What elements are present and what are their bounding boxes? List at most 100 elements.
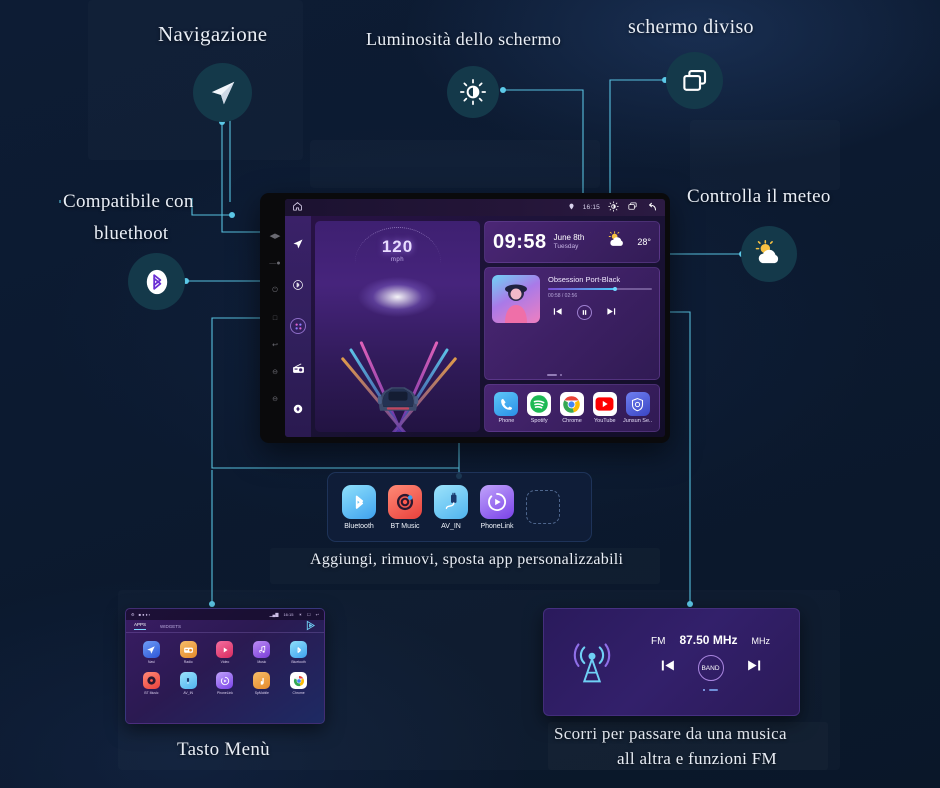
- music-player-card[interactable]: Obsession Port-Black 00:58 / 02:56: [484, 267, 660, 380]
- menu-app-radio[interactable]: Radio: [170, 641, 207, 664]
- custom-app-bluetooth[interactable]: Bluetooth: [342, 484, 376, 530]
- brightness-badge[interactable]: [447, 66, 499, 118]
- custom-app-phonelink[interactable]: PhoneLink: [480, 484, 514, 530]
- music-note-icon: [253, 641, 271, 658]
- custom-app-label: Bluetooth: [344, 522, 374, 530]
- skip-next-icon[interactable]: [746, 657, 763, 679]
- sun-cloud-icon: [606, 229, 628, 256]
- settings-gear-icon[interactable]: ⚙: [131, 612, 135, 617]
- home-button[interactable]: □: [273, 314, 277, 322]
- back-arrow-icon[interactable]: [646, 201, 658, 215]
- side-button[interactable]: ⊖: [272, 395, 278, 403]
- dock-app-spotify[interactable]: Spotify: [523, 392, 555, 424]
- recents-square-icon[interactable]: ☐: [307, 612, 311, 617]
- spotify-icon: [527, 392, 552, 416]
- album-art: [492, 275, 540, 323]
- empty-slot-placeholder[interactable]: [526, 490, 560, 524]
- progress-bar[interactable]: [548, 286, 652, 291]
- volume-dot: [560, 374, 562, 376]
- dock-app-label: YouTube: [593, 418, 616, 424]
- side-button[interactable]: ⊖: [272, 368, 278, 376]
- menu-app-label: Radio: [183, 660, 193, 664]
- label-app-personalizzabili: Aggiungi, rimuovi, sposta app personaliz…: [310, 551, 624, 568]
- volume-indicator[interactable]: [547, 374, 562, 376]
- clock-weather-card[interactable]: 09:58 June 8th Tuesday 28°: [484, 221, 660, 263]
- radio-frequency-value: 87.50 MHz: [679, 633, 738, 647]
- dock-app-phone[interactable]: Phone: [490, 392, 522, 424]
- custom-app-empty-slot[interactable]: [526, 490, 560, 524]
- date-text: June 8th: [553, 232, 585, 242]
- skip-previous-icon[interactable]: [659, 657, 676, 679]
- bluetooth-icon: [290, 641, 308, 658]
- menu-app-label: PhoneLink: [216, 691, 233, 695]
- sun-cloud-icon: [752, 237, 786, 271]
- split-screen-badge[interactable]: [666, 52, 723, 109]
- skip-previous-icon[interactable]: [552, 304, 563, 322]
- radio-screen-preview[interactable]: FM 87.50 MHz MHz BAND: [543, 608, 800, 716]
- band-button[interactable]: BAND: [697, 655, 724, 681]
- temperature-value: 28°: [637, 237, 651, 247]
- navigation-badge[interactable]: [193, 63, 252, 122]
- dock-app-chrome[interactable]: Chrome: [556, 392, 588, 424]
- pause-icon[interactable]: [577, 305, 592, 320]
- menu-app-spmobile[interactable]: SpMobile: [243, 672, 280, 695]
- radio-transport-controls: BAND: [659, 655, 763, 681]
- weather-badge[interactable]: [741, 226, 797, 282]
- home-outline-icon[interactable]: [292, 201, 303, 214]
- custom-app-bt-music[interactable]: BT Music: [388, 484, 422, 530]
- tab-widgets[interactable]: WIDGETS: [160, 624, 181, 629]
- infographic-page: Navigazione Luminosità dello schermo sch…: [0, 0, 940, 788]
- rail-navigation-button[interactable]: [291, 237, 305, 251]
- bluetooth-icon: [342, 484, 376, 519]
- label-navigazione: Navigazione: [158, 22, 268, 46]
- radio-band-label: FM: [651, 636, 666, 647]
- bluetooth-icon: [140, 265, 174, 299]
- menu-app-label: Music: [257, 660, 267, 664]
- bluetooth-badge[interactable]: [128, 253, 185, 310]
- menu-app-navi[interactable]: Navi: [133, 641, 170, 664]
- av-cable-icon: [179, 672, 197, 689]
- dock-app-youtube[interactable]: YouTube: [589, 392, 621, 424]
- custom-app-av-in[interactable]: AV_IN: [434, 484, 468, 530]
- power-button[interactable]: ⏻: [272, 287, 278, 294]
- page-dot[interactable]: [703, 689, 705, 691]
- recents-square-icon[interactable]: [627, 201, 638, 214]
- menu-app-av-in[interactable]: AV_IN: [170, 672, 207, 695]
- side-button[interactable]: ◀▶: [270, 233, 281, 240]
- play-badge-icon[interactable]: [305, 620, 316, 632]
- side-button[interactable]: —●: [269, 260, 280, 267]
- rail-apps-button[interactable]: [290, 318, 306, 335]
- vinyl-record-icon: [388, 484, 422, 519]
- screen-right-column: 09:58 June 8th Tuesday 28° Obsession Por…: [484, 216, 665, 437]
- menu-app-video[interactable]: Video: [207, 641, 244, 664]
- status-bar: 16:15: [285, 199, 665, 216]
- status-bar-right: 16:15: [568, 201, 658, 215]
- progress-knob[interactable]: [612, 286, 617, 291]
- back-arrow-icon[interactable]: ↩: [316, 612, 319, 617]
- menu-screen-preview[interactable]: ⚙ ■ ● ♦ ▪ ▁▄▇ 16:15 ☀ ☐ ↩ APPS WIDGETS N…: [125, 608, 325, 724]
- driving-dashboard-panel[interactable]: 120 mph: [315, 221, 480, 432]
- rail-power-button[interactable]: [291, 402, 305, 416]
- screen-left-rail: [285, 216, 311, 437]
- car-graphic: [377, 387, 418, 411]
- skip-next-icon[interactable]: [606, 304, 617, 322]
- dock-app-junsun[interactable]: Junsun Se..: [622, 392, 654, 424]
- menu-app-music[interactable]: Music: [243, 641, 280, 664]
- brightness-icon[interactable]: ☀: [298, 612, 302, 617]
- music-controls: [548, 304, 652, 322]
- page-dot-active[interactable]: [709, 689, 718, 691]
- tab-apps[interactable]: APPS: [134, 622, 147, 630]
- brightness-icon[interactable]: [608, 201, 619, 214]
- music-meta: Obsession Port-Black 00:58 / 02:56: [548, 275, 652, 372]
- back-button[interactable]: ↩: [272, 341, 278, 349]
- track-title: Obsession Port-Black: [548, 275, 621, 284]
- menu-app-bluetooth[interactable]: Bluetooth: [280, 641, 317, 664]
- menu-app-chrome[interactable]: Chrome: [280, 672, 317, 695]
- rail-radio-button[interactable]: [291, 361, 305, 375]
- menu-app-phonelink[interactable]: PhoneLink: [207, 672, 244, 695]
- rail-bluetooth-button[interactable]: [291, 278, 305, 292]
- av-cable-icon: [434, 484, 468, 519]
- menu-app-bt-music[interactable]: BT Music: [133, 672, 170, 695]
- label-bluetooth-line1: Compatibile con: [63, 191, 194, 212]
- app-dock: Phone Spotify Chrome YouTube Junsun Se..: [484, 384, 660, 432]
